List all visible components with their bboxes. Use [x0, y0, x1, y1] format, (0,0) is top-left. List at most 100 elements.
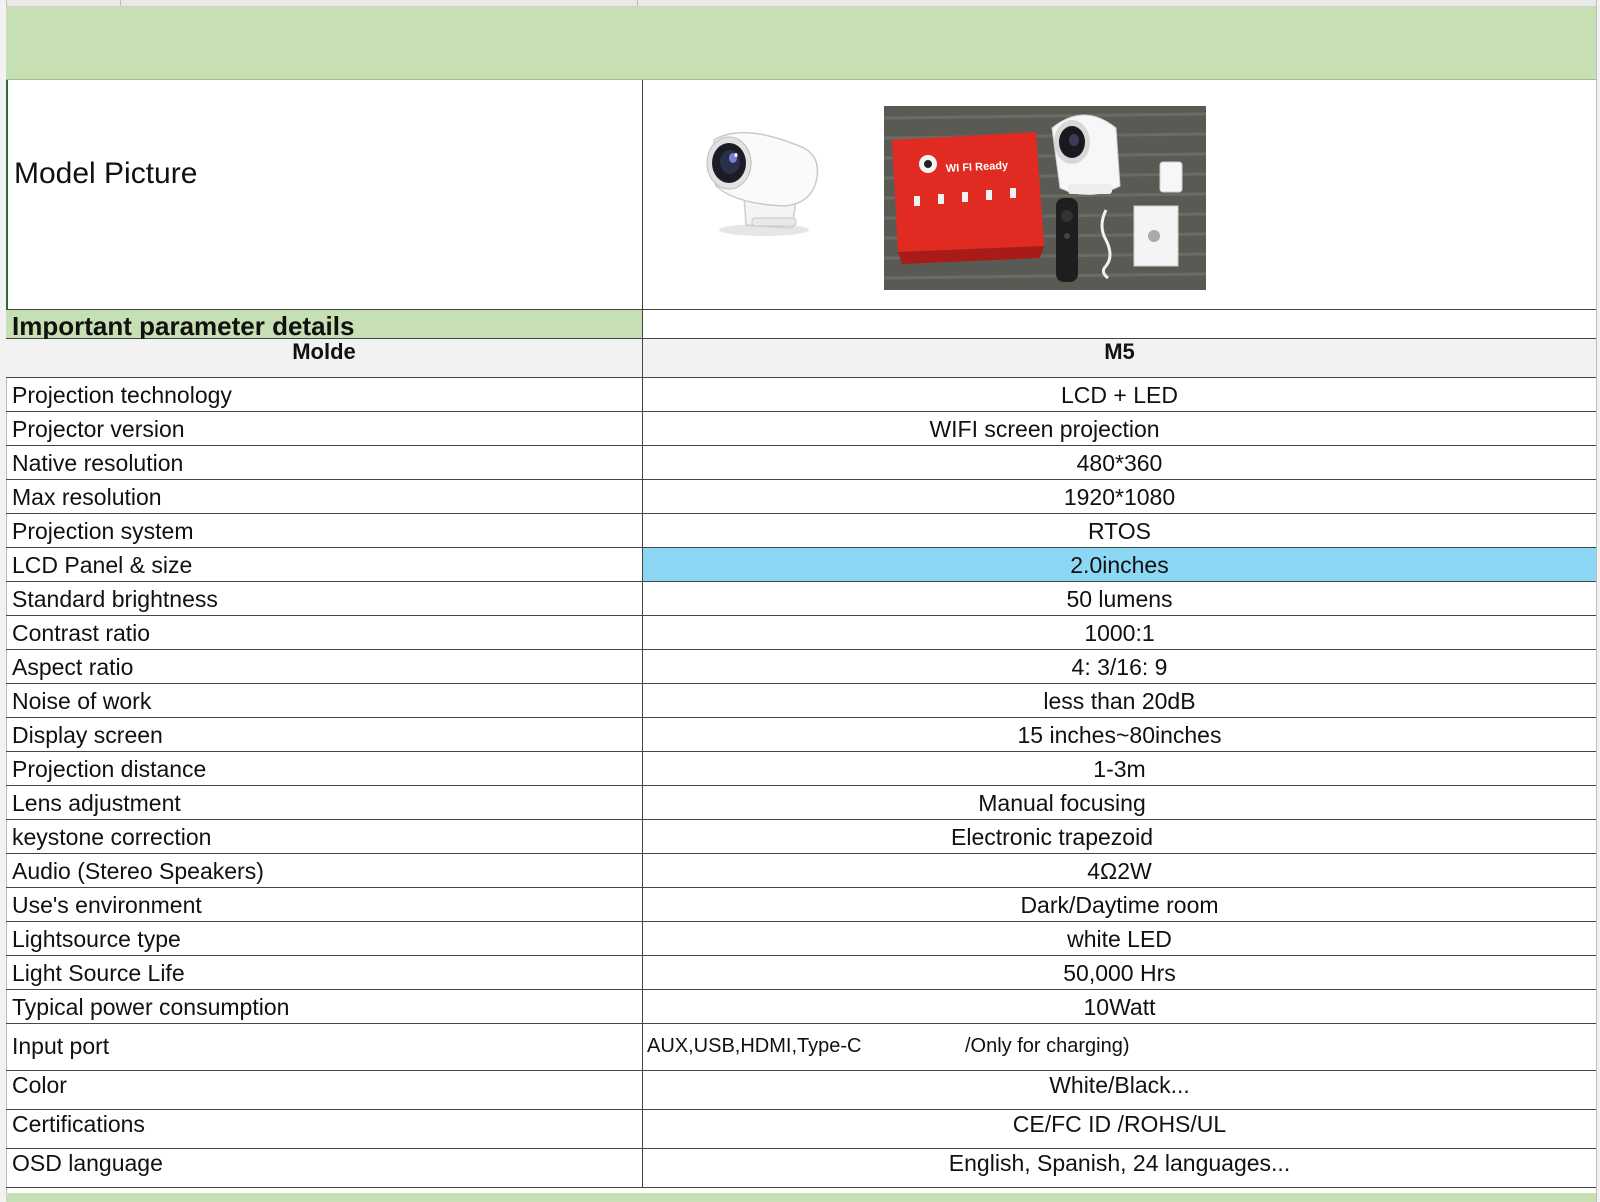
label-cell[interactable]: Use's environment [6, 888, 643, 921]
picture-value-cell[interactable]: WI FI Ready [644, 80, 1596, 309]
label-cell[interactable]: Color [6, 1071, 643, 1109]
label-cell[interactable]: Contrast ratio [6, 616, 643, 649]
row-label: Lens adjustment [12, 790, 181, 816]
value-cell[interactable]: 1000:1 [643, 616, 1596, 649]
value-cell[interactable]: RTOS [643, 514, 1596, 547]
table-row: Typical power consumption 10Watt [6, 990, 1596, 1024]
table-row: Projection system RTOS [6, 514, 1596, 548]
value-cell-selected[interactable]: 2.0inches [643, 548, 1596, 581]
value-cell[interactable]: white LED [643, 922, 1596, 955]
section-heading: Important parameter details [12, 311, 355, 341]
value-cell[interactable]: 10Watt [643, 990, 1596, 1023]
label-cell[interactable]: Projection distance [6, 752, 643, 785]
label-cell[interactable]: Max resolution [6, 480, 643, 513]
table-row: Audio (Stereo Speakers) 4Ω2W [6, 854, 1596, 888]
kit-photo[interactable]: WI FI Ready [884, 106, 1206, 290]
label-cell[interactable]: Standard brightness [6, 582, 643, 615]
row-label: Native resolution [12, 450, 184, 476]
row-value: Dark/Daytime room [1020, 892, 1219, 918]
value-cell[interactable]: Dark/Daytime room [643, 888, 1596, 921]
label-cell[interactable]: Native resolution [6, 446, 643, 479]
value-cell[interactable]: less than 20dB [643, 684, 1596, 717]
projector-photo[interactable] [684, 100, 834, 250]
header-value: M5 [1104, 339, 1135, 364]
section-heading-cell[interactable]: Important parameter details [6, 310, 643, 341]
label-cell[interactable]: Projection technology [6, 378, 643, 411]
row-label: Projection system [12, 518, 194, 544]
value-cell[interactable]: English, Spanish, 24 languages... [643, 1149, 1596, 1187]
header-label: Molde [292, 339, 356, 364]
value-cell[interactable]: WIFI screen projection [643, 412, 1596, 445]
row-label: Light Source Life [12, 960, 185, 986]
row-label: Input port [12, 1033, 110, 1059]
row-value: English, Spanish, 24 languages... [948, 1150, 1291, 1176]
section-heading-row: Important parameter details [6, 310, 1596, 341]
table-row: keystone correction Electronic trapezoid [6, 820, 1596, 854]
row-value: 10Watt [1083, 994, 1156, 1020]
row-label: Projector version [12, 416, 185, 442]
label-cell[interactable]: Projection system [6, 514, 643, 547]
row-value: 4: 3/16: 9 [1071, 654, 1168, 680]
label-cell[interactable]: Lens adjustment [6, 786, 643, 819]
value-cell[interactable]: 1-3m [643, 752, 1596, 785]
table-row: Aspect ratio 4: 3/16: 9 [6, 650, 1596, 684]
row-label: Projection technology [12, 382, 232, 408]
label-cell[interactable]: keystone correction [6, 820, 643, 853]
row-label: Standard brightness [12, 586, 218, 612]
value-cell[interactable]: AUX,USB,HDMI,Type-C /Only for charging) [643, 1024, 1596, 1070]
label-cell[interactable]: Audio (Stereo Speakers) [6, 854, 643, 887]
table-row: Lens adjustment Manual focusing [6, 786, 1596, 820]
value-cell[interactable]: 15 inches~80inches [643, 718, 1596, 751]
row-label: LCD Panel & size [12, 552, 193, 578]
picture-label-cell[interactable]: Model Picture [6, 80, 643, 309]
label-cell[interactable]: Input port [6, 1024, 643, 1070]
table-row: Display screen 15 inches~80inches [6, 718, 1596, 752]
row-value: 2.0inches [1070, 552, 1169, 578]
header-band [6, 7, 1596, 80]
value-cell[interactable]: Electronic trapezoid [643, 820, 1596, 853]
row-label: keystone correction [12, 824, 212, 850]
label-cell[interactable]: OSD language [6, 1149, 643, 1187]
value-cell[interactable]: 480*360 [643, 446, 1596, 479]
row-label: Lightsource type [12, 926, 181, 952]
table-row: Max resolution 1920*1080 [6, 480, 1596, 514]
table-row: Use's environment Dark/Daytime room [6, 888, 1596, 922]
row-value: 50,000 Hrs [1063, 960, 1176, 986]
label-cell[interactable]: Lightsource type [6, 922, 643, 955]
table-header-row: Molde M5 [6, 339, 1596, 378]
value-cell[interactable]: 4Ω2W [643, 854, 1596, 887]
table-row: Certifications CE/FC ID /ROHS/UL [6, 1110, 1596, 1149]
label-cell[interactable]: Light Source Life [6, 956, 643, 989]
value-cell[interactable]: 50,000 Hrs [643, 956, 1596, 989]
row-value: 4Ω2W [1087, 858, 1152, 884]
value-cell[interactable]: LCD + LED [643, 378, 1596, 411]
column-divider [637, 0, 638, 6]
label-cell[interactable]: Typical power consumption [6, 990, 643, 1023]
header-label-cell[interactable]: Molde [6, 339, 643, 377]
label-cell[interactable]: Display screen [6, 718, 643, 751]
row-label: Color [12, 1072, 67, 1098]
parameter-table: Molde M5 Projection technology LCD + LED… [6, 339, 1596, 1188]
bottom-band [6, 1193, 1596, 1202]
value-cell[interactable]: 4: 3/16: 9 [643, 650, 1596, 683]
value-cell[interactable]: 50 lumens [643, 582, 1596, 615]
value-cell[interactable]: CE/FC ID /ROHS/UL [643, 1110, 1596, 1148]
label-cell[interactable]: Projector version [6, 412, 643, 445]
header-value-cell[interactable]: M5 [643, 339, 1596, 377]
table-row: Native resolution 480*360 [6, 446, 1596, 480]
row-label: Aspect ratio [12, 654, 134, 680]
row-label: Typical power consumption [12, 994, 290, 1020]
label-cell[interactable]: Aspect ratio [6, 650, 643, 683]
value-cell[interactable]: White/Black... [643, 1071, 1596, 1109]
row-label: Max resolution [12, 484, 162, 510]
table-row: Lightsource type white LED [6, 922, 1596, 956]
table-row: Noise of work less than 20dB [6, 684, 1596, 718]
label-cell[interactable]: Noise of work [6, 684, 643, 717]
label-cell[interactable]: LCD Panel & size [6, 548, 643, 581]
value-cell[interactable]: 1920*1080 [643, 480, 1596, 513]
table-row: Projector version WIFI screen projection [6, 412, 1596, 446]
value-cell[interactable]: Manual focusing [643, 786, 1596, 819]
row-value-note: /Only for charging) [965, 1035, 1130, 1057]
row-value: 50 lumens [1066, 586, 1173, 612]
label-cell[interactable]: Certifications [6, 1110, 643, 1148]
